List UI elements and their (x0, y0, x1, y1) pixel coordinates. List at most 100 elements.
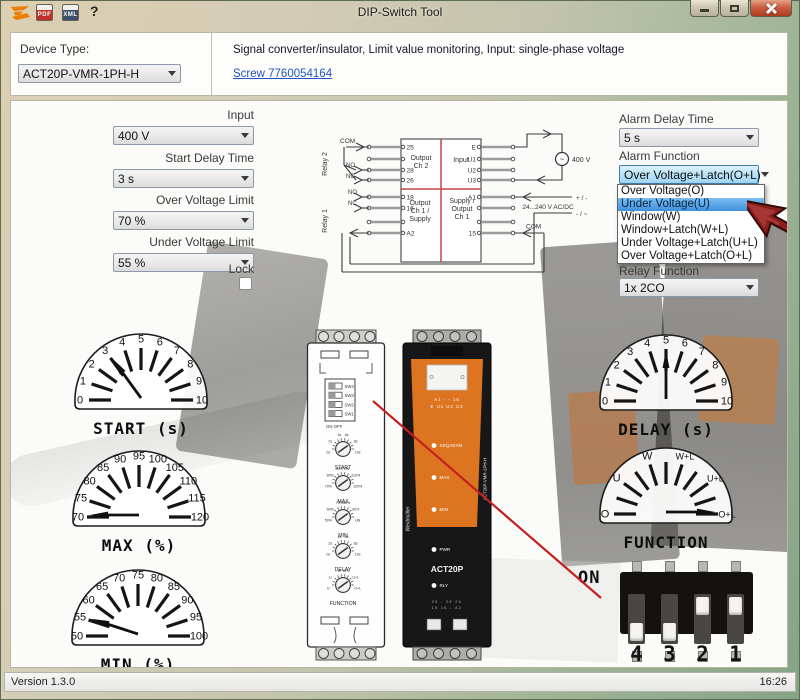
svg-text:A1: A1 (468, 194, 476, 201)
svg-text:1: 1 (605, 377, 611, 389)
svg-text:O+L: O+L (354, 587, 361, 591)
close-button[interactable] (750, 0, 792, 17)
minimize-button[interactable] (690, 0, 719, 17)
dropdown-option[interactable]: Under Voltage(U) (618, 198, 764, 211)
title-bar: PDF XML ? DIP-Switch Tool (0, 0, 800, 26)
clock-text: 16:26 (759, 676, 787, 688)
dip-switch-handle (729, 597, 742, 615)
under-voltage-label: Under Voltage Limit (63, 235, 254, 249)
device-product-image: A1 - - 15E U1 U2 U3SEQASYMMAXMINPWRRLYAC… (401, 329, 493, 661)
svg-text:8s: 8s (354, 542, 358, 546)
window-title: DIP-Switch Tool (358, 5, 442, 19)
device-type-label: Device Type: (20, 42, 89, 56)
help-icon[interactable]: ? (90, 3, 99, 19)
svg-text:100: 100 (149, 453, 167, 465)
dropdown-option[interactable]: Over Voltage(O) (618, 185, 764, 198)
relay-function-dropdown[interactable]: 1x 2CO (619, 278, 759, 297)
dip-switch-handle (663, 623, 676, 641)
main-panel: OutputCh 2InputOutputCh 1 /SupplySupply … (10, 100, 788, 668)
svg-text:16: 16 (407, 205, 415, 212)
alarm-function-dropdown[interactable]: Over Voltage+Latch(O+L) (619, 165, 759, 184)
dropdown-option[interactable]: Over Voltage+Latch(O+L) (618, 250, 764, 263)
dip-pin (665, 561, 675, 572)
svg-text:SW2: SW2 (345, 402, 355, 407)
dip-switch-handle (630, 623, 643, 641)
relay-function-label: Relay Function (619, 264, 699, 278)
svg-text:25 - 28 26: 25 - 28 26 (432, 600, 462, 604)
dropdown-option[interactable]: Window(W) (618, 211, 764, 224)
dip-switch-graphic: ON 4321 (576, 556, 788, 668)
svg-text:2s: 2s (328, 542, 332, 546)
svg-text:10: 10 (721, 396, 733, 408)
svg-text:4: 4 (644, 337, 650, 349)
svg-text:7: 7 (174, 345, 180, 357)
lock-checkbox[interactable] (239, 277, 252, 290)
over-voltage-label: Over Voltage Limit (63, 193, 254, 207)
svg-text:0s: 0s (326, 451, 330, 455)
start-delay-dropdown[interactable]: 3 s (113, 169, 254, 188)
svg-text:400 V: 400 V (572, 157, 591, 164)
svg-text:110: 110 (180, 476, 198, 488)
chevron-down-icon (746, 285, 754, 290)
svg-text:Output: Output (451, 206, 472, 213)
gauge-min-title: MIN (%) (63, 655, 213, 668)
gauge-max-dial: 707580859095100105110115120 (64, 433, 214, 530)
svg-text:4s: 4s (337, 433, 341, 437)
svg-text:24...240 V AC/DC: 24...240 V AC/DC (522, 204, 574, 211)
svg-text:90%: 90% (336, 467, 344, 471)
svg-text:100: 100 (190, 631, 208, 643)
dip-switch-number: 1 (724, 642, 748, 666)
svg-text:0: 0 (77, 395, 83, 407)
input-dropdown[interactable]: 400 V (113, 126, 254, 145)
gauge-delay: 012345678910 DELAY (s) (591, 317, 741, 439)
svg-text:ON OFF: ON OFF (326, 424, 343, 429)
svg-text:28: 28 (407, 167, 415, 174)
alarm-delay-value: 5 s (624, 131, 640, 145)
svg-text:110%: 110% (351, 474, 361, 478)
svg-text:- / ~: - / ~ (576, 211, 588, 218)
over-voltage-dropdown[interactable]: 70 % (113, 211, 254, 230)
svg-text:0: 0 (602, 396, 608, 408)
svg-text:55: 55 (74, 612, 86, 624)
svg-text:PWR: PWR (440, 547, 451, 552)
svg-text:10s: 10s (355, 451, 361, 455)
order-number-link[interactable]: Screw 7760054164 (233, 68, 332, 80)
pdf-export-icon[interactable]: PDF (36, 4, 53, 21)
svg-text:COM: COM (526, 224, 541, 231)
dip-switch-number: 3 (658, 642, 682, 666)
input-label: Input (63, 108, 254, 122)
svg-text:Relay 2: Relay 2 (322, 152, 329, 176)
status-bar: Version 1.3.0 16:26 (4, 672, 796, 692)
svg-text:70: 70 (113, 572, 125, 584)
svg-text:3: 3 (102, 345, 108, 357)
svg-text:60%: 60% (327, 508, 335, 512)
device-type-dropdown[interactable]: ACT20P-VMR-1PH-H (18, 64, 181, 83)
svg-text:NO: NO (348, 190, 357, 196)
pdf-icon-label: PDF (37, 10, 52, 20)
dropdown-option[interactable]: Window+Latch(W+L) (618, 224, 764, 237)
dip-on-label: ON (578, 568, 600, 588)
svg-text:80%: 80% (327, 474, 335, 478)
svg-text:FUNCTION: FUNCTION (330, 601, 357, 607)
svg-text:Input: Input (453, 157, 469, 164)
maximize-button[interactable] (720, 0, 749, 17)
svg-text:SW3: SW3 (345, 393, 355, 398)
cursor-arrow-icon (747, 187, 788, 245)
svg-text:70: 70 (72, 512, 84, 524)
svg-text:15 16 - A2: 15 16 - A2 (432, 606, 462, 610)
svg-text:U+L: U+L (352, 576, 359, 580)
alarm-delay-dropdown[interactable]: 5 s (619, 128, 759, 147)
xml-icon-label: XML (63, 10, 78, 20)
dropdown-option[interactable]: Under Voltage+Latch(U+L) (618, 237, 764, 250)
svg-text:15: 15 (469, 230, 477, 237)
gauge-function-dial: OUWW+LU+LO+L (591, 430, 741, 527)
dip-switch-body (620, 572, 753, 634)
svg-text:E U1 U2 U3: E U1 U2 U3 (431, 404, 464, 409)
svg-text:8s: 8s (354, 440, 358, 444)
svg-text:Weidmüller: Weidmüller (406, 506, 412, 531)
svg-text:Ch 1: Ch 1 (455, 214, 470, 221)
svg-text:1: 1 (80, 376, 86, 388)
dip-switch-number: 4 (625, 642, 649, 666)
xml-export-icon[interactable]: XML (62, 4, 79, 21)
svg-text:2: 2 (614, 360, 620, 372)
